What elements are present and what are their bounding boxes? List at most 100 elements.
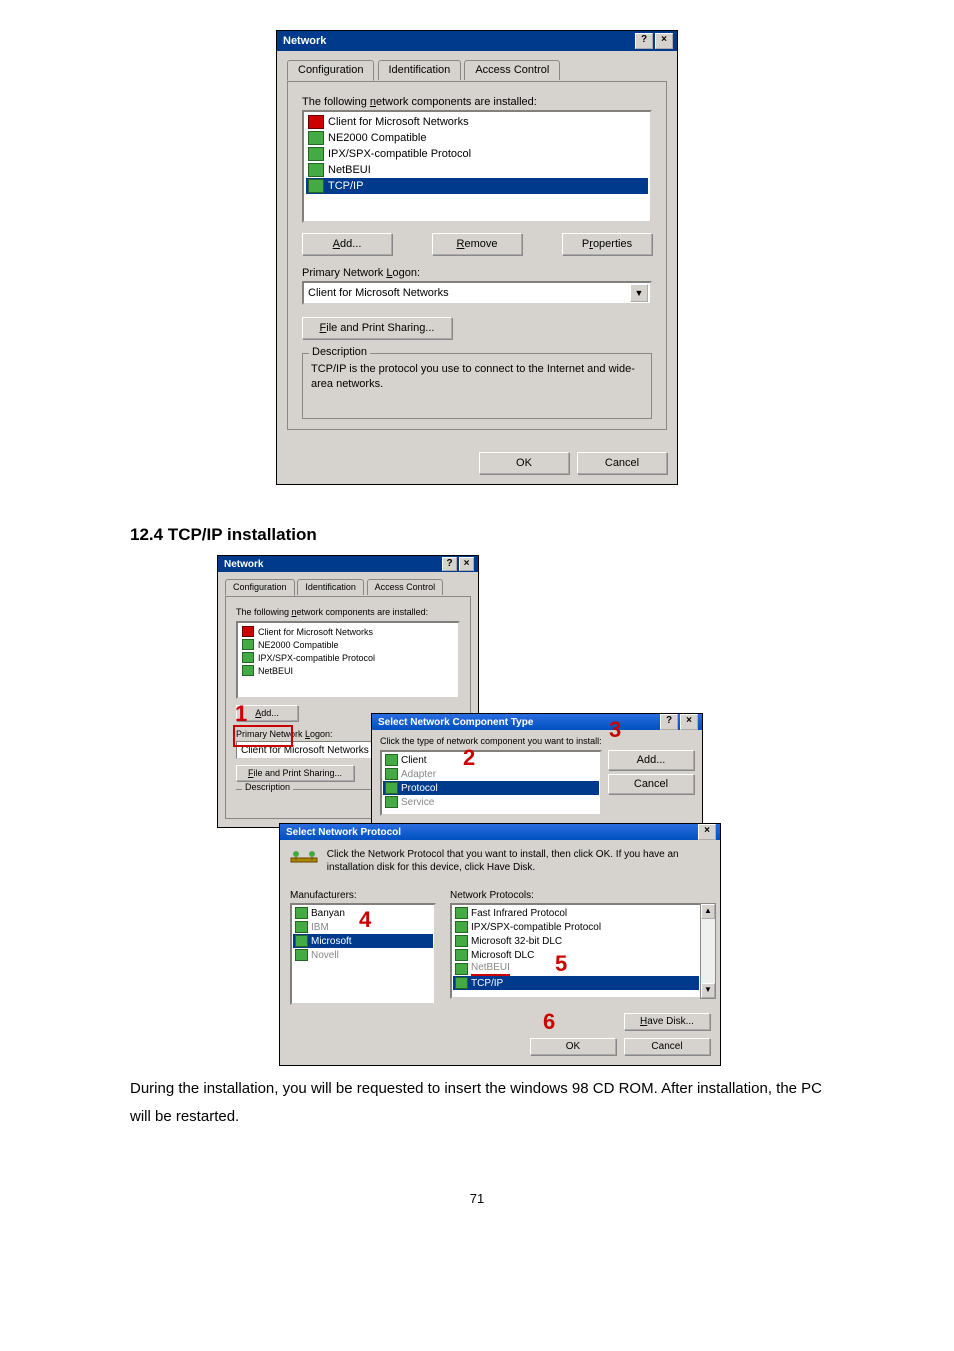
protocol-icon xyxy=(308,179,324,193)
tab-identification[interactable]: Identification xyxy=(378,60,462,80)
scroll-up-icon[interactable]: ▲ xyxy=(701,904,715,919)
scroll-down-icon[interactable]: ▼ xyxy=(701,983,715,998)
configuration-panel: The following network components are ins… xyxy=(287,81,667,430)
np-item-ipxspx[interactable]: IPX/SPX-compatible Protocol xyxy=(453,920,699,934)
mf-item-novell[interactable]: Novell xyxy=(293,948,433,962)
protocol-icon xyxy=(308,163,324,177)
snp-cancel-button[interactable]: Cancel xyxy=(624,1038,710,1055)
client-icon xyxy=(242,626,254,637)
list-item[interactable]: NE2000 Compatible xyxy=(240,638,456,651)
close-icon[interactable]: × xyxy=(655,33,673,49)
ok-button[interactable]: OK xyxy=(479,452,569,474)
np-item-netbeui[interactable]: NetBEUI xyxy=(453,962,699,976)
np-item-label: IPX/SPX-compatible Protocol xyxy=(471,922,601,933)
snct-add-button[interactable]: Add... xyxy=(608,750,694,770)
protocol-icon xyxy=(308,147,324,161)
snct-item-client[interactable]: Client xyxy=(383,753,599,767)
file-print-sharing-button-back[interactable]: File and Print Sharing... xyxy=(236,765,354,781)
np-item-dlc[interactable]: Microsoft DLC xyxy=(453,948,699,962)
body-paragraph: During the installation, you will be req… xyxy=(130,1075,824,1131)
dialog-tabs: Configuration Identification Access Cont… xyxy=(287,59,667,81)
snp-titlebar: Select Network Protocol × xyxy=(280,824,720,840)
description-title: Description xyxy=(309,346,370,358)
adapter-icon xyxy=(385,768,398,780)
mf-item-banyan[interactable]: Banyan xyxy=(293,906,433,920)
list-item-label: NetBEUI xyxy=(258,666,293,676)
protocol-icon xyxy=(455,935,468,947)
remove-button[interactable]: Remove xyxy=(432,233,522,255)
client-icon xyxy=(308,115,324,129)
list-item[interactable]: IPX/SPX-compatible Protocol xyxy=(240,651,456,664)
vendor-icon xyxy=(295,907,308,919)
protocols-scrollbar[interactable]: ▲ ▼ xyxy=(700,903,716,999)
snct-listbox[interactable]: Client Adapter Protocol Service xyxy=(380,750,602,816)
snct-item-label: Client xyxy=(401,755,427,766)
tab-configuration[interactable]: Configuration xyxy=(287,60,374,81)
np-item-fastir[interactable]: Fast Infrared Protocol xyxy=(453,906,699,920)
primary-logon-select[interactable]: Client for Microsoft Networks ▼ xyxy=(302,281,652,305)
snct-cancel-button[interactable]: Cancel xyxy=(608,774,694,794)
protocol-icon xyxy=(455,907,468,919)
tab-access-control[interactable]: Access Control xyxy=(464,60,560,80)
primary-logon-label: Primary Network Logon: xyxy=(302,267,652,279)
network-title-back: Network xyxy=(224,559,440,570)
list-item-label: Client for Microsoft Networks xyxy=(328,116,469,128)
mf-item-label: Novell xyxy=(311,950,339,961)
list-item[interactable]: Client for Microsoft Networks xyxy=(240,625,456,638)
have-disk-button[interactable]: Have Disk... xyxy=(624,1013,710,1030)
description-group: Description TCP/IP is the protocol you u… xyxy=(302,353,652,419)
protocol-big-icon xyxy=(290,848,318,873)
scroll-track[interactable] xyxy=(701,919,715,983)
tab-configuration[interactable]: Configuration xyxy=(225,579,295,596)
close-icon[interactable]: × xyxy=(459,557,474,571)
snp-ok-button[interactable]: OK xyxy=(530,1038,616,1055)
section-heading: 12.4 TCP/IP installation xyxy=(130,525,954,545)
mf-item-microsoft[interactable]: Microsoft xyxy=(293,934,433,948)
protocol-icon xyxy=(455,921,468,933)
description-title-back: Description xyxy=(242,782,293,792)
list-item-label: NE2000 Compatible xyxy=(328,132,426,144)
snct-item-adapter[interactable]: Adapter xyxy=(383,767,599,781)
list-item-netbeui[interactable]: NetBEUI xyxy=(306,162,648,178)
np-item-label: TCP/IP xyxy=(471,978,503,989)
components-listbox[interactable]: Client for Microsoft Networks NE2000 Com… xyxy=(302,110,652,223)
list-item[interactable]: NetBEUI xyxy=(240,664,456,677)
page-number: 71 xyxy=(0,1191,954,1206)
vendor-icon xyxy=(295,935,308,947)
components-label-back: The following network components are ins… xyxy=(236,607,460,617)
manufacturers-listbox[interactable]: Banyan IBM Microsoft Novell xyxy=(290,903,436,1005)
chevron-down-icon[interactable]: ▼ xyxy=(630,284,648,302)
components-listbox-back[interactable]: Client for Microsoft Networks NE2000 Com… xyxy=(236,621,460,699)
vendor-icon xyxy=(295,921,308,933)
list-item-client[interactable]: Client for Microsoft Networks xyxy=(306,114,648,130)
dialog-actions: OK Cancel xyxy=(277,442,677,484)
tab-access-control[interactable]: Access Control xyxy=(367,579,444,595)
list-item-ipxspx[interactable]: IPX/SPX-compatible Protocol xyxy=(306,146,648,162)
add-button-back[interactable]: Add... xyxy=(236,705,298,721)
list-item-adapter[interactable]: NE2000 Compatible xyxy=(306,130,648,146)
file-print-sharing-button[interactable]: File and Print Sharing... xyxy=(302,317,452,339)
np-item-dlc32[interactable]: Microsoft 32-bit DLC xyxy=(453,934,699,948)
snct-instruction: Click the type of network component you … xyxy=(380,736,694,746)
close-icon[interactable]: × xyxy=(698,824,716,840)
list-item-tcpip[interactable]: TCP/IP xyxy=(306,178,648,194)
select-component-type-dialog: Select Network Component Type ? × Click … xyxy=(371,713,703,831)
snct-item-protocol[interactable]: Protocol xyxy=(383,781,599,795)
np-item-tcpip[interactable]: TCP/IP xyxy=(453,976,699,990)
close-icon[interactable]: × xyxy=(680,714,698,730)
help-icon[interactable]: ? xyxy=(442,557,457,571)
tab-identification[interactable]: Identification xyxy=(297,579,364,595)
add-button[interactable]: Add... xyxy=(302,233,392,255)
help-icon[interactable]: ? xyxy=(635,33,653,49)
protocols-listbox[interactable]: Fast Infrared Protocol IPX/SPX-compatibl… xyxy=(450,903,700,999)
protocol-icon xyxy=(455,977,468,989)
protocol-icon xyxy=(455,963,468,975)
properties-button[interactable]: Properties xyxy=(562,233,652,255)
snct-item-service[interactable]: Service xyxy=(383,795,599,809)
help-icon[interactable]: ? xyxy=(660,714,678,730)
list-item-label: IPX/SPX-compatible Protocol xyxy=(328,148,471,160)
vendor-icon xyxy=(295,949,308,961)
mf-item-ibm[interactable]: IBM xyxy=(293,920,433,934)
cancel-button[interactable]: Cancel xyxy=(577,452,667,474)
protocol-icon xyxy=(242,665,254,676)
